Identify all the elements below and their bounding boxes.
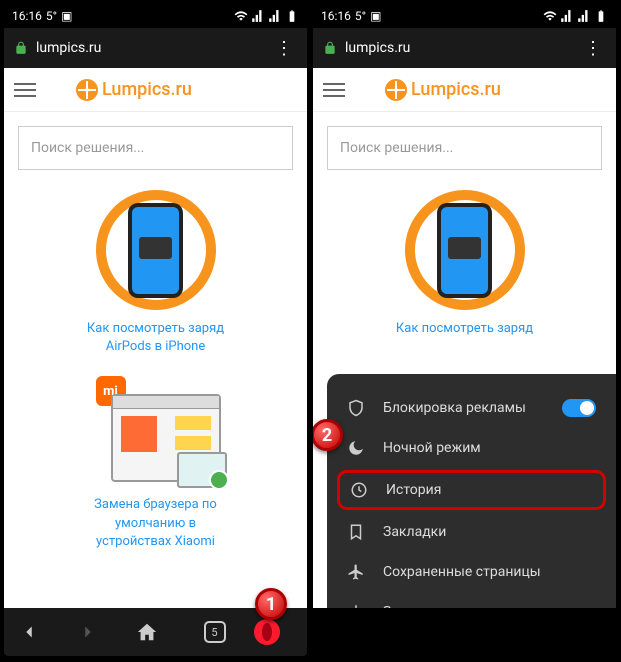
phone-right: 16:16 5° ▣ lumpics.ru ⋮ Lumpics.ru — [313, 4, 616, 656]
search-placeholder: Поиск решения... — [340, 140, 453, 156]
menu-item-night[interactable]: Ночной режим — [327, 428, 616, 468]
status-temp: 5° — [46, 9, 57, 23]
wifi-icon — [234, 9, 248, 23]
menu-label: Закладки — [383, 524, 446, 540]
phone-left: 16:16 5° ▣ lumpics.ru ⋮ Lumpics.ru — [4, 4, 307, 656]
download-icon — [347, 603, 367, 608]
overflow-menu-icon[interactable]: ⋮ — [580, 38, 606, 59]
site-header: Lumpics.ru — [4, 68, 307, 112]
orange-icon — [385, 79, 407, 101]
url-text: lumpics.ru — [345, 40, 410, 56]
moon-icon — [347, 439, 367, 457]
opera-menu-popup: Блокировка рекламы Ночной режим История — [327, 374, 616, 608]
menu-label: Сохраненные страницы — [383, 564, 541, 580]
annotation-callout-1: 1 — [255, 588, 287, 620]
home-icon[interactable] — [136, 621, 176, 643]
orange-icon — [76, 79, 98, 101]
back-icon[interactable] — [18, 621, 58, 643]
menu-label: История — [386, 482, 441, 498]
article-illustration — [96, 190, 216, 310]
overflow-menu-icon[interactable]: ⋮ — [271, 38, 297, 59]
site-logo[interactable]: Lumpics.ru — [76, 79, 192, 101]
signal-icon — [560, 9, 574, 23]
site-header: Lumpics.ru — [313, 68, 616, 112]
search-input[interactable]: Поиск решения... — [327, 126, 602, 170]
status-time: 16:16 — [321, 9, 351, 23]
history-icon — [350, 481, 370, 499]
lock-icon — [323, 41, 337, 55]
menu-item-saved[interactable]: Сохраненные страницы — [327, 552, 616, 592]
menu-item-adblock[interactable]: Блокировка рекламы — [327, 388, 616, 428]
opera-icon — [254, 619, 280, 645]
site-logo[interactable]: Lumpics.ru — [385, 79, 501, 101]
article-card-1[interactable]: Как посмотреть заряд — [313, 184, 616, 348]
forward-icon[interactable] — [77, 621, 117, 643]
status-time: 16:16 — [12, 9, 42, 23]
menu-label: Ночной режим — [383, 440, 481, 456]
status-temp: 5° — [355, 9, 366, 23]
menu-label: Загрузки — [383, 604, 442, 608]
article-title-1: Как посмотреть заряд — [333, 320, 596, 338]
menu-item-downloads[interactable]: Загрузки — [327, 592, 616, 608]
search-placeholder: Поиск решения... — [31, 140, 144, 156]
bookmark-icon — [347, 523, 367, 541]
hamburger-icon[interactable] — [323, 83, 345, 97]
opera-menu-button[interactable] — [254, 619, 294, 645]
article-title-2: Замена браузера по умолчанию в устройств… — [24, 496, 287, 551]
tab-count: 5 — [204, 621, 226, 643]
statusbar: 16:16 5° ▣ — [4, 4, 307, 28]
article-illustration — [405, 190, 525, 310]
address-bar[interactable]: lumpics.ru ⋮ — [313, 28, 616, 68]
plane-icon — [347, 563, 367, 581]
screenshot-icon: ▣ — [61, 9, 72, 23]
tabs-button[interactable]: 5 — [195, 621, 235, 644]
adblock-toggle[interactable] — [562, 399, 596, 417]
url-text: lumpics.ru — [36, 40, 101, 56]
statusbar: 16:16 5° ▣ — [313, 4, 616, 28]
wifi-icon — [543, 9, 557, 23]
bottom-nav-hidden — [313, 608, 616, 656]
menu-label: Блокировка рекламы — [383, 400, 526, 416]
article-title-1: Как посмотреть заряд AirPods в iPhone — [24, 320, 287, 356]
article-illustration-2: mi — [86, 376, 226, 486]
search-input[interactable]: Поиск решения... — [18, 126, 293, 170]
page-content: Lumpics.ru Поиск решения... Как посмотре… — [313, 68, 616, 608]
menu-item-bookmarks[interactable]: Закладки — [327, 512, 616, 552]
menu-item-history[interactable]: История — [337, 470, 606, 510]
site-brand-text: Lumpics.ru — [102, 79, 192, 100]
article-card-1[interactable]: Как посмотреть заряд AirPods в iPhone — [4, 184, 307, 366]
address-bar[interactable]: lumpics.ru ⋮ — [4, 28, 307, 68]
signal-icon-2 — [268, 9, 282, 23]
hamburger-icon[interactable] — [14, 83, 36, 97]
signal-icon-2 — [577, 9, 591, 23]
article-card-2[interactable]: mi Замена браузера по умолчанию в устрой… — [4, 366, 307, 561]
screenshot-icon: ▣ — [370, 9, 381, 23]
shield-icon — [347, 399, 367, 417]
signal-icon — [251, 9, 265, 23]
battery-icon — [285, 9, 299, 23]
page-content: Lumpics.ru Поиск решения... Как посмотре… — [4, 68, 307, 608]
site-brand-text: Lumpics.ru — [411, 79, 501, 100]
lock-icon — [14, 41, 28, 55]
battery-icon — [594, 9, 608, 23]
